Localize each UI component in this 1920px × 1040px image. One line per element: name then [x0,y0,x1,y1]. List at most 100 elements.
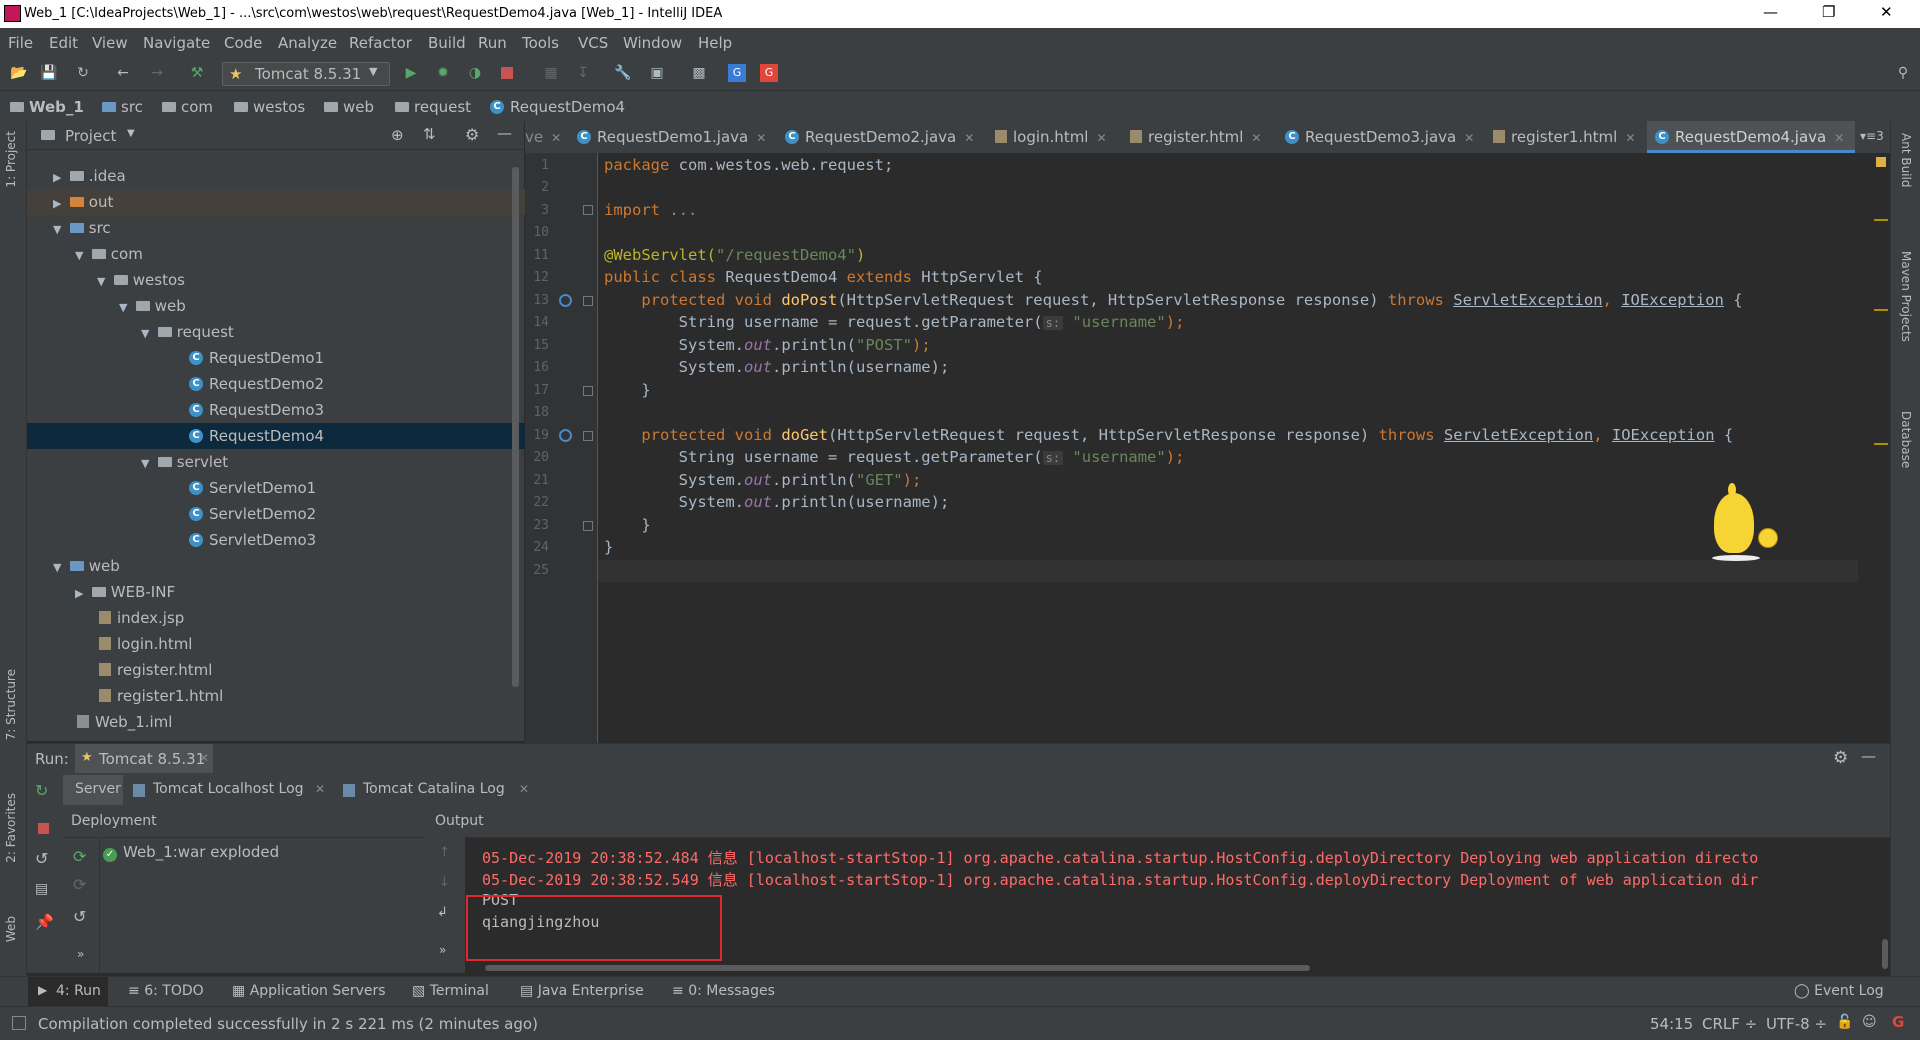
warning-marker[interactable] [1874,219,1888,221]
tree-item[interactable]: ▶ out [27,189,550,215]
close-icon[interactable]: ✕ [1880,3,1893,21]
tab-requestdemo2[interactable]: C RequestDemo2.java ✕ [777,121,979,153]
warning-marker[interactable] [1874,443,1888,445]
menu-vcs[interactable]: VCS [578,34,608,52]
tab-login-html[interactable]: login.html ✕ [987,121,1119,153]
tree-item[interactable]: login.html [27,631,596,657]
tool-tab-java-enterprise[interactable]: ▤ Java Enterprise [520,983,644,999]
crumb-src[interactable]: src [102,98,143,116]
fold-icon[interactable] [583,431,593,441]
tree-item[interactable]: ▼ westos [27,267,594,293]
vertical-scrollbar[interactable] [1882,939,1888,969]
override-icon[interactable] [559,429,572,442]
tree-scrollbar[interactable] [512,167,519,687]
tree-item[interactable]: index.jsp [27,605,596,631]
horizontal-scrollbar[interactable] [485,965,1310,971]
crumb-com[interactable]: com [162,98,213,116]
locate-icon[interactable]: ⊕ [391,126,404,144]
tab-catalina-log[interactable]: Tomcat Catalina Log ✕ [339,775,539,805]
debug-icon[interactable]: ✹ [434,64,452,82]
deploy-icon[interactable]: ⟳ [73,847,86,866]
crumb-web[interactable]: web [324,98,374,116]
file-encoding[interactable]: UTF-8 ÷ [1766,1015,1827,1033]
tree-item[interactable]: ▶ .idea [27,163,550,189]
sdk-icon[interactable]: ▦ [542,64,560,82]
tab-requestdemo1[interactable]: C RequestDemo1.java ✕ [569,121,771,153]
crumb-request[interactable]: request [395,98,471,116]
gear-icon[interactable]: ⚙ [465,125,479,144]
tool-tab-run[interactable]: ▶ 4: Run [28,977,108,1007]
rerun-icon[interactable]: ↻ [35,781,48,800]
coverage-icon[interactable]: ◑ [466,64,484,82]
close-tab-icon[interactable]: ✕ [1096,131,1106,145]
back-icon[interactable]: ← [114,64,132,82]
close-tab-icon[interactable]: ✕ [756,131,766,145]
layout-icon[interactable]: ▤ [35,881,48,897]
project-view-select[interactable]: Project [65,127,116,145]
google-icon[interactable]: G [1892,1013,1904,1031]
inspector-icon[interactable]: ☺ [1862,1014,1877,1030]
redeploy-icon[interactable]: ⟳ [73,875,86,894]
menu-window[interactable]: Window [623,34,682,52]
fold-icon[interactable] [583,386,593,396]
menu-run[interactable]: Run [478,34,507,52]
stop-icon[interactable] [38,823,49,834]
close-tab-icon[interactable]: ✕ [199,751,209,765]
search-icon[interactable]: ⚲ [1894,64,1912,82]
tool-tab-messages[interactable]: ≡ 0: Messages [672,983,775,999]
menu-tools[interactable]: Tools [522,34,559,52]
menu-file[interactable]: File [8,34,33,52]
tree-item[interactable]: ▼ com [27,241,572,267]
more-icon[interactable]: » [439,943,446,957]
menu-analyze[interactable]: Analyze [278,34,337,52]
scroll-up-icon[interactable]: ↑ [439,845,450,860]
close-tab-icon[interactable]: ✕ [1834,131,1844,145]
run-icon[interactable]: ▶ [402,64,420,82]
scroll-down-icon[interactable]: ↓ [439,875,450,890]
refresh-icon[interactable]: ↺ [73,907,86,926]
tool-tab-database[interactable]: Database [1899,411,1913,468]
chevron-down-icon[interactable]: ▼ [127,128,135,139]
tool-tab-event-log[interactable]: ◯ Event Log [1794,983,1884,999]
menu-code[interactable]: Code [224,34,262,52]
pin-icon[interactable]: 📌 [35,913,54,931]
vcs-icon[interactable]: ▩ [690,64,708,82]
tab-requestdemo4[interactable]: C RequestDemo4.java ✕ [1647,121,1855,153]
tree-item[interactable]: ▶ WEB-INF [27,579,572,605]
tool-tab-terminal[interactable]: ▧ Terminal [412,983,489,999]
run-config-tab[interactable]: ★ Tomcat 8.5.31 ✕ [75,744,213,774]
sync-icon[interactable]: ↻ [74,64,92,82]
tree-item[interactable]: register.html [27,657,596,683]
menu-edit[interactable]: Edit [49,34,78,52]
status-message[interactable]: Compilation completed successfully in 2 … [38,1015,538,1033]
soft-wrap-icon[interactable]: ↲ [437,905,448,920]
code-text[interactable]: ... [660,201,697,219]
stop-icon[interactable] [498,64,516,82]
menu-help[interactable]: Help [698,34,732,52]
project-structure-icon[interactable]: ▣ [648,64,666,82]
tab-overflow-icon[interactable]: ▾≡3 [1860,129,1884,143]
close-tab-icon[interactable]: ✕ [964,131,974,145]
tool-tab-project[interactable]: 1: Project [4,131,18,188]
tab-server[interactable]: Server [63,775,123,805]
tool-tab-ant-build[interactable]: Ant Build [1899,133,1913,187]
tab-requestdemo3[interactable]: C RequestDemo3.java ✕ [1277,121,1479,153]
hide-icon[interactable]: — [1861,747,1876,765]
tree-item[interactable]: register1.html [27,683,596,709]
tool-tab-todo[interactable]: ≡ 6: TODO [128,983,204,999]
refresh-icon[interactable]: ↺ [35,849,48,868]
tool-tab-structure[interactable]: 7: Structure [4,669,18,740]
gear-icon[interactable]: ⚙ [1833,748,1848,768]
crumb-project[interactable]: Web_1 [10,98,84,116]
crumb-class[interactable]: C RequestDemo4 [490,98,625,116]
close-tab-icon[interactable]: ✕ [1625,131,1635,145]
tree-item[interactable]: ▼ web [27,553,550,579]
collapse-icon[interactable]: ⇅ [423,125,436,143]
override-icon[interactable] [559,294,572,307]
status-toggle-icon[interactable] [12,1016,26,1030]
translate-alt-icon[interactable]: G [760,64,778,82]
tool-tab-maven[interactable]: Maven Projects [1899,251,1913,342]
open-folder-icon[interactable]: 📂 [10,64,28,82]
run-config-select[interactable]: ★ Tomcat 8.5.31 ▼ [222,62,390,86]
menu-refactor[interactable]: Refactor [349,34,412,52]
